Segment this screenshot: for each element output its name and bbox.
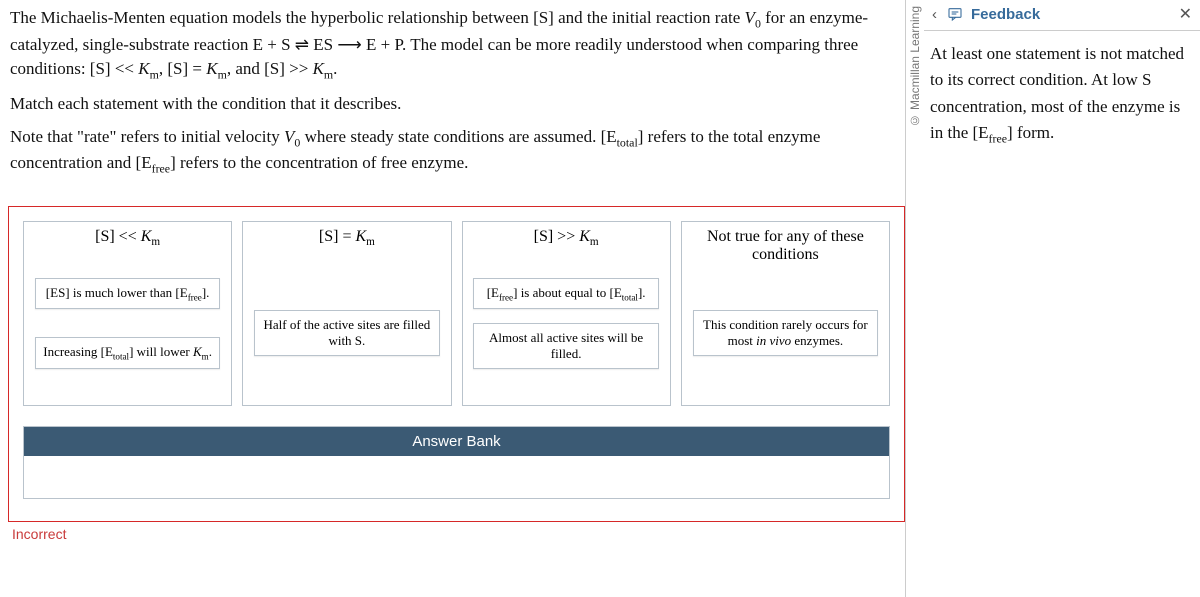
prev-icon[interactable]: ‹ xyxy=(930,6,939,23)
chip-efree-about-etotal[interactable]: [Efree] is about equal to [Etotal]. xyxy=(473,278,658,310)
bucket-title: Not true for any of these conditions xyxy=(688,228,883,268)
bucket-title: [S] = Km xyxy=(315,228,379,268)
copyright-label: © Macmillan Learning xyxy=(906,0,924,133)
bucket-s-much-less-km[interactable]: [S] << Km [ES] is much lower than [Efree… xyxy=(23,221,232,406)
feedback-title: Feedback xyxy=(971,6,1040,23)
bucket-s-equals-km[interactable]: [S] = Km Half of the active sites are fi… xyxy=(242,221,451,406)
bucket-title: [S] >> Km xyxy=(530,228,603,268)
bucket-s-much-greater-km[interactable]: [S] >> Km [Efree] is about equal to [Eto… xyxy=(462,221,671,406)
chip-es-lower-than-efree[interactable]: [ES] is much lower than [Efree]. xyxy=(35,278,220,310)
chip-almost-all-sites-filled[interactable]: Almost all active sites will be filled. xyxy=(473,323,658,369)
chip-increasing-etotal-lowers-km[interactable]: Increasing [Etotal] will lower Km. xyxy=(35,337,220,369)
answer-bank-header: Answer Bank xyxy=(24,427,889,456)
chip-half-active-sites[interactable]: Half of the active sites are filled with… xyxy=(254,310,439,356)
feedback-icon xyxy=(947,6,963,22)
bucket-not-true[interactable]: Not true for any of these conditions Thi… xyxy=(681,221,890,406)
question-prompt: The Michaelis-Menten equation models the… xyxy=(8,6,905,178)
matching-area: [S] << Km [ES] is much lower than [Efree… xyxy=(8,206,905,522)
status-incorrect: Incorrect xyxy=(8,522,905,542)
answer-bank[interactable]: Answer Bank xyxy=(23,426,890,499)
chip-rarely-occurs-in-vivo[interactable]: This condition rarely occurs for most in… xyxy=(693,310,878,356)
close-icon[interactable]: ✕ xyxy=(1179,4,1192,24)
feedback-header: ‹ Feedback ✕ xyxy=(924,0,1200,31)
bucket-title: [S] << Km xyxy=(91,228,164,268)
feedback-body: At least one statement is not matched to… xyxy=(924,31,1200,158)
